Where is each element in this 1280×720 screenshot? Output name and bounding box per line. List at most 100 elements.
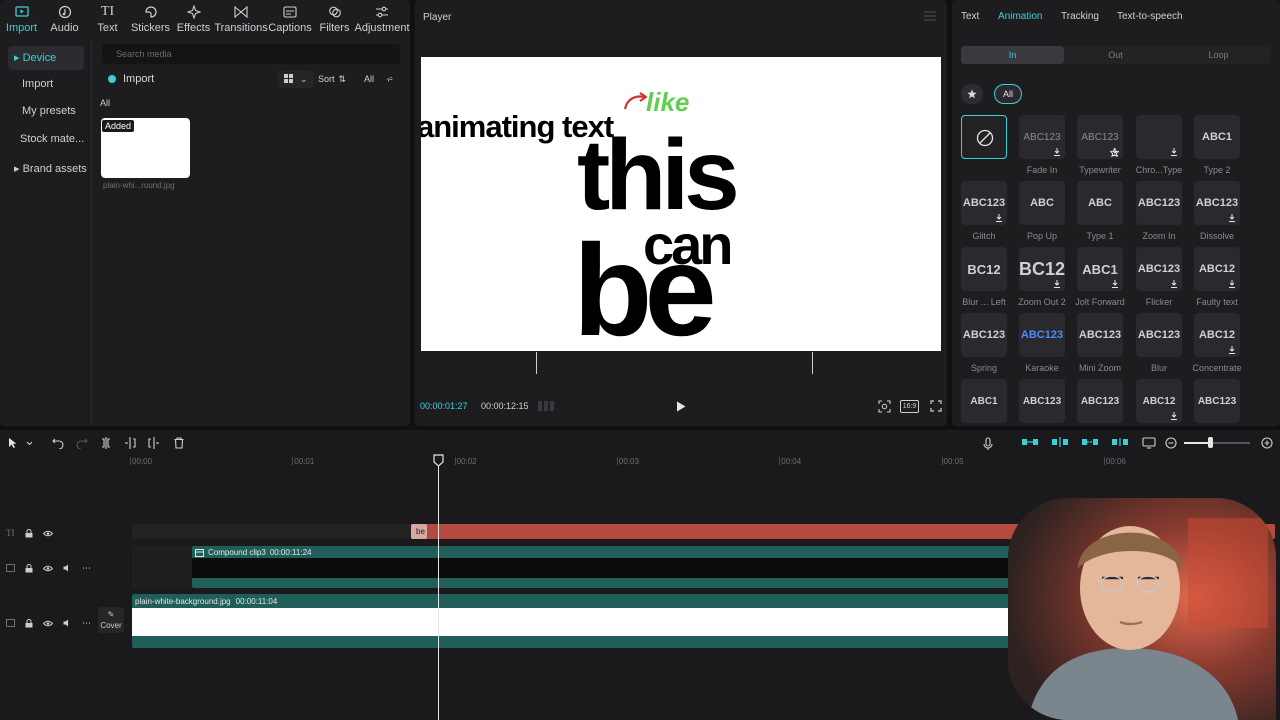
more-icon[interactable]: ⋯ (82, 618, 91, 629)
play-button[interactable] (676, 401, 686, 412)
animation-preset[interactable] (961, 115, 1007, 159)
animation-preset[interactable]: ABC1 (1077, 247, 1123, 291)
zoom-slider-handle[interactable] (1208, 437, 1213, 448)
animation-preset[interactable]: ABC123 (1077, 379, 1123, 423)
search-input[interactable]: Search media (102, 44, 400, 64)
eye-icon[interactable] (43, 620, 53, 627)
zoom-slider-fill (1184, 442, 1211, 444)
animation-preset[interactable]: ABC123 (1136, 313, 1182, 357)
animation-preset[interactable]: ABC123 (961, 181, 1007, 225)
animation-preset[interactable]: ABC123 (1077, 313, 1123, 357)
tab-tracking[interactable]: Tracking (1061, 11, 1099, 22)
select-tool-button[interactable] (8, 437, 34, 449)
eye-icon[interactable] (42, 530, 53, 537)
animation-preset[interactable]: BC12 (961, 247, 1007, 291)
animation-preset[interactable]: ABC123 (961, 313, 1007, 357)
toolbar-import[interactable]: Import (0, 0, 43, 36)
segment-loop[interactable]: Loop (1167, 46, 1270, 64)
tab-text[interactable]: Text (961, 11, 979, 22)
animation-preset[interactable]: ABC123 (1019, 379, 1065, 423)
linkage-icon[interactable] (1082, 437, 1098, 451)
fit-timeline-icon[interactable] (1142, 437, 1156, 451)
toolbar-label: Adjustment (354, 22, 410, 34)
playhead-handle[interactable] (433, 454, 444, 467)
sidebar-item-stock-material[interactable]: Stock mate... (8, 127, 84, 151)
undo-icon[interactable] (52, 437, 66, 451)
animation-preset[interactable]: ABC (1077, 181, 1123, 225)
segment-in[interactable]: In (961, 46, 1064, 64)
auto-snap-icon[interactable] (1052, 437, 1068, 451)
zoom-out-icon[interactable] (1165, 437, 1179, 451)
cover-button[interactable]: ✎ Cover (98, 607, 124, 633)
animation-preset[interactable]: ABC123 (1019, 313, 1065, 357)
filter-all-pill[interactable]: All (994, 84, 1022, 104)
animation-preset[interactable]: BC12 (1019, 247, 1065, 291)
playhead[interactable] (438, 455, 439, 720)
toolbar-effects[interactable]: Effects (172, 0, 215, 36)
lock-icon[interactable] (25, 528, 33, 538)
speaker-icon[interactable] (63, 564, 72, 572)
preset-preview-text: ABC123 (1197, 395, 1237, 407)
sidebar-item-device[interactable]: ▸ Device (8, 46, 84, 70)
preset-preview-text: ABC123 (962, 329, 1006, 341)
split-icon[interactable] (100, 437, 114, 451)
sidebar-item-import[interactable]: Import (8, 72, 84, 96)
filter-icon[interactable]: ⩫ (380, 70, 400, 88)
view-mode-dropdown[interactable]: ⌄ (278, 70, 314, 88)
split-right-icon[interactable] (148, 437, 162, 451)
animation-preset[interactable]: ABC123 (1194, 181, 1240, 225)
stickers-icon (142, 4, 160, 20)
animation-preset[interactable] (1136, 115, 1182, 159)
toolbar-text[interactable]: TI Text (86, 0, 129, 36)
animation-preset[interactable]: ABC12 (1194, 247, 1240, 291)
animation-preset[interactable]: ABC123 (1136, 181, 1182, 225)
tab-text-to-speech[interactable]: Text-to-speech (1117, 11, 1183, 22)
animation-preset[interactable]: ABC (1019, 181, 1065, 225)
ruler-tick-label: 00:00 (132, 457, 153, 466)
preview-axis-icon[interactable] (1112, 437, 1128, 451)
compound-clip-icon (195, 548, 204, 557)
speaker-icon[interactable] (63, 619, 72, 627)
animation-preset-label: Blur ... Left (962, 297, 1006, 307)
animation-preset[interactable]: ABC12 (1194, 313, 1240, 357)
eye-icon[interactable] (43, 565, 53, 572)
lock-icon[interactable] (25, 563, 33, 573)
menu-icon[interactable] (924, 11, 936, 21)
sidebar-item-brand-assets[interactable]: ▸ Brand assets (8, 157, 87, 181)
expand-icon[interactable] (930, 400, 942, 412)
main-track-magnet-icon[interactable] (1022, 437, 1038, 451)
import-button[interactable]: Import (102, 70, 158, 88)
zoom-in-icon[interactable] (1261, 437, 1275, 451)
preview-canvas[interactable]: animating text like this can be (421, 57, 941, 351)
filter-all-button[interactable]: All (358, 70, 380, 88)
animation-preset[interactable]: ABC123 (1136, 247, 1182, 291)
lock-icon[interactable] (25, 618, 33, 628)
favorites-star-icon[interactable] (961, 84, 983, 104)
toolbar-adjustment[interactable]: Adjustment (354, 0, 410, 36)
animation-preset[interactable]: ABC12 (1136, 379, 1182, 423)
segment-out[interactable]: Out (1064, 46, 1167, 64)
tab-animation[interactable]: Animation (998, 11, 1042, 22)
animation-preset[interactable]: ABC1 (961, 379, 1007, 423)
split-left-icon[interactable] (124, 437, 138, 451)
toolbar-captions[interactable]: Captions (267, 0, 313, 36)
animation-preset[interactable]: ABC123 (1019, 115, 1065, 159)
favorite-star-icon[interactable] (1110, 148, 1119, 157)
animation-preset[interactable]: ABC123 (1077, 115, 1123, 159)
toolbar-stickers[interactable]: Stickers (129, 0, 172, 36)
toolbar-transitions[interactable]: Transitions (214, 0, 268, 36)
more-icon[interactable]: ⋯ (82, 563, 91, 574)
aspect-ratio-button[interactable]: 16:9 (900, 400, 919, 413)
animation-preset[interactable]: ABC1 (1194, 115, 1240, 159)
waveform-icon[interactable] (538, 400, 554, 412)
microphone-icon[interactable] (982, 437, 996, 451)
fullscreen-crop-icon[interactable] (878, 400, 891, 413)
toolbar-filters[interactable]: Filters (313, 0, 356, 36)
delete-icon[interactable] (173, 437, 187, 451)
redo-icon[interactable] (76, 437, 90, 451)
download-icon (1170, 412, 1178, 420)
animation-preset[interactable]: ABC123 (1194, 379, 1240, 423)
sidebar-item-my-presets[interactable]: My presets (8, 99, 84, 123)
toolbar-audio[interactable]: Audio (43, 0, 86, 36)
sort-button[interactable]: Sort ⇅ (312, 70, 352, 88)
